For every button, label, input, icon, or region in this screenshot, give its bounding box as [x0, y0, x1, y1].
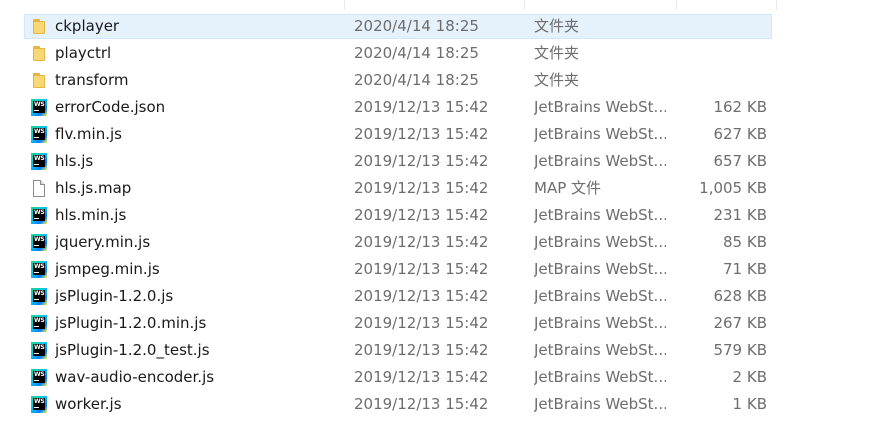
file-row[interactable]: WS flv.min.js 2019/12/13 15:42 JetBrains…: [0, 121, 896, 148]
file-list: ckplayer 2020/4/14 18:25 文件夹 playctrl 20…: [0, 13, 896, 418]
webstorm-icon: WS: [30, 288, 48, 306]
file-row[interactable]: ckplayer 2020/4/14 18:25 文件夹: [0, 13, 896, 40]
column-divider: [676, 0, 677, 10]
file-size: 657 KB: [713, 152, 767, 170]
file-row[interactable]: WS hls.js 2019/12/13 15:42 JetBrains Web…: [0, 148, 896, 175]
file-icon: [30, 180, 48, 198]
file-name: ckplayer: [55, 17, 120, 35]
file-date-modified: 2019/12/13 15:42: [354, 341, 489, 359]
file-row[interactable]: WS worker.js 2019/12/13 15:42 JetBrains …: [0, 391, 896, 418]
file-size: 85 KB: [723, 233, 767, 251]
file-row[interactable]: WS jsPlugin-1.2.0_test.js 2019/12/13 15:…: [0, 337, 896, 364]
file-date-modified: 2019/12/13 15:42: [354, 368, 489, 386]
file-type: JetBrains WebSt...: [534, 368, 666, 386]
file-date-modified: 2019/12/13 15:42: [354, 260, 489, 278]
file-row[interactable]: transform 2020/4/14 18:25 文件夹: [0, 67, 896, 94]
file-date-modified: 2020/4/14 18:25: [354, 44, 479, 62]
file-type: 文件夹: [534, 17, 580, 35]
file-date-modified: 2019/12/13 15:42: [354, 152, 489, 170]
file-date-modified: 2020/4/14 18:25: [354, 71, 479, 89]
file-date-modified: 2019/12/13 15:42: [354, 395, 489, 413]
file-date-modified: 2019/12/13 15:42: [354, 125, 489, 143]
file-explorer-list-view: ckplayer 2020/4/14 18:25 文件夹 playctrl 20…: [0, 0, 896, 429]
file-row[interactable]: WS jsmpeg.min.js 2019/12/13 15:42 JetBra…: [0, 256, 896, 283]
file-row[interactable]: WS jquery.min.js 2019/12/13 15:42 JetBra…: [0, 229, 896, 256]
webstorm-icon: WS: [30, 342, 48, 360]
file-type: JetBrains WebSt...: [534, 314, 666, 332]
file-name: jsPlugin-1.2.0.min.js: [55, 314, 207, 332]
file-type: JetBrains WebSt...: [534, 98, 666, 116]
file-date-modified: 2019/12/13 15:42: [354, 179, 489, 197]
file-size: 579 KB: [713, 341, 767, 359]
file-size: 1 KB: [732, 395, 767, 413]
file-name: playctrl: [55, 44, 112, 62]
file-name: transform: [55, 71, 129, 89]
file-name: hls.js: [55, 152, 94, 170]
file-name: errorCode.json: [55, 98, 166, 116]
file-size: 627 KB: [713, 125, 767, 143]
file-name: hls.js.map: [55, 179, 132, 197]
webstorm-icon: WS: [30, 126, 48, 144]
file-type: JetBrains WebSt...: [534, 287, 666, 305]
file-type: 文件夹: [534, 71, 580, 89]
file-type: JetBrains WebSt...: [534, 152, 666, 170]
webstorm-icon: WS: [30, 153, 48, 171]
file-name: jsmpeg.min.js: [55, 260, 160, 278]
file-name: jsPlugin-1.2.0.js: [55, 287, 174, 305]
file-size: 267 KB: [713, 314, 767, 332]
file-row[interactable]: WS wav-audio-encoder.js 2019/12/13 15:42…: [0, 364, 896, 391]
file-name: jquery.min.js: [55, 233, 151, 251]
file-date-modified: 2020/4/14 18:25: [354, 17, 479, 35]
webstorm-icon: WS: [30, 315, 48, 333]
folder-icon: [30, 18, 48, 36]
file-row[interactable]: WS hls.min.js 2019/12/13 15:42 JetBrains…: [0, 202, 896, 229]
file-type: JetBrains WebSt...: [534, 206, 666, 224]
file-type: JetBrains WebSt...: [534, 341, 666, 359]
webstorm-icon: WS: [30, 369, 48, 387]
file-row[interactable]: hls.js.map 2019/12/13 15:42 MAP 文件 1,005…: [0, 175, 896, 202]
file-type: JetBrains WebSt...: [534, 233, 666, 251]
column-divider: [344, 0, 345, 10]
file-row[interactable]: WS jsPlugin-1.2.0.min.js 2019/12/13 15:4…: [0, 310, 896, 337]
webstorm-icon: WS: [30, 396, 48, 414]
webstorm-icon: WS: [30, 207, 48, 225]
webstorm-icon: WS: [30, 99, 48, 117]
file-type: JetBrains WebSt...: [534, 260, 666, 278]
file-row[interactable]: WS jsPlugin-1.2.0.js 2019/12/13 15:42 Je…: [0, 283, 896, 310]
file-date-modified: 2019/12/13 15:42: [354, 314, 489, 332]
file-name: hls.min.js: [55, 206, 127, 224]
file-row[interactable]: playctrl 2020/4/14 18:25 文件夹: [0, 40, 896, 67]
folder-icon: [30, 72, 48, 90]
file-size: 162 KB: [713, 98, 767, 116]
file-size: 231 KB: [713, 206, 767, 224]
file-date-modified: 2019/12/13 15:42: [354, 206, 489, 224]
file-size: 71 KB: [723, 260, 767, 278]
file-size: 2 KB: [732, 368, 767, 386]
file-size: 1,005 KB: [699, 179, 767, 197]
file-type: JetBrains WebSt...: [534, 125, 666, 143]
file-type: 文件夹: [534, 44, 580, 62]
column-divider: [776, 0, 777, 10]
folder-icon: [30, 45, 48, 63]
webstorm-icon: WS: [30, 234, 48, 252]
file-name: flv.min.js: [55, 125, 122, 143]
file-date-modified: 2019/12/13 15:42: [354, 98, 489, 116]
webstorm-icon: WS: [30, 261, 48, 279]
file-row[interactable]: WS errorCode.json 2019/12/13 15:42 JetBr…: [0, 94, 896, 121]
file-type: MAP 文件: [534, 179, 602, 197]
file-name: jsPlugin-1.2.0_test.js: [55, 341, 210, 359]
file-date-modified: 2019/12/13 15:42: [354, 233, 489, 251]
file-name: wav-audio-encoder.js: [55, 368, 215, 386]
file-name: worker.js: [55, 395, 122, 413]
file-size: 628 KB: [713, 287, 767, 305]
file-date-modified: 2019/12/13 15:42: [354, 287, 489, 305]
column-divider: [524, 0, 525, 10]
file-type: JetBrains WebSt...: [534, 395, 666, 413]
